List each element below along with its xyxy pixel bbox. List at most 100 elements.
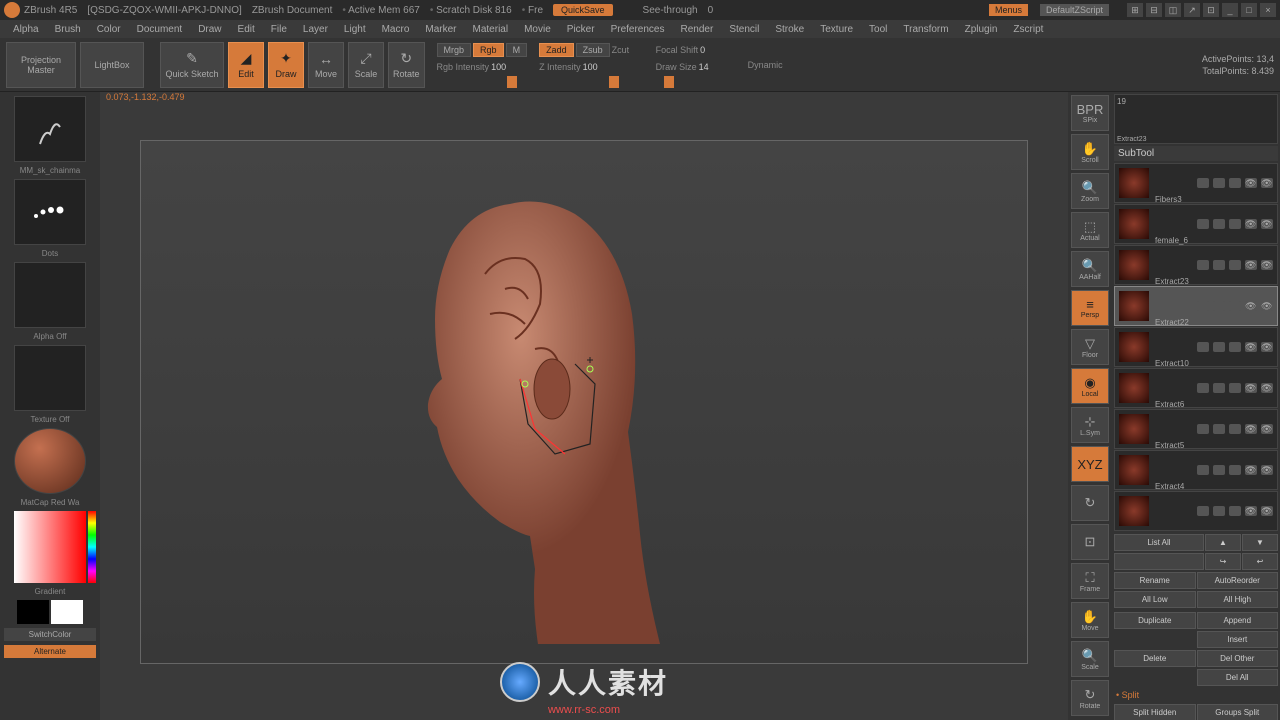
menus-button[interactable]: Menus: [989, 4, 1028, 16]
↻-button[interactable]: ↻: [1071, 485, 1109, 521]
rgb-button[interactable]: Rgb: [473, 43, 504, 57]
eye-icon[interactable]: [1245, 219, 1257, 229]
move-up-button[interactable]: ▲: [1205, 534, 1241, 551]
del-other-button[interactable]: Del Other: [1197, 650, 1279, 667]
menu-item[interactable]: Render: [676, 24, 719, 35]
subtool-row[interactable]: Extract23: [1114, 286, 1278, 326]
all-high-button[interactable]: All High: [1197, 591, 1279, 608]
menu-item[interactable]: Stroke: [770, 24, 809, 35]
eye-icon[interactable]: [1245, 178, 1257, 188]
subtool-row[interactable]: Extract4: [1114, 491, 1278, 531]
spix-button[interactable]: BPRSPix: [1071, 95, 1109, 131]
eye-icon[interactable]: [1245, 260, 1257, 270]
split-section[interactable]: Split: [1114, 688, 1278, 702]
menu-item[interactable]: File: [266, 24, 292, 35]
stroke-thumb[interactable]: [14, 179, 86, 245]
menu-item[interactable]: Brush: [50, 24, 86, 35]
split-hidden-button[interactable]: Split Hidden: [1114, 704, 1196, 720]
menu-item[interactable]: Marker: [420, 24, 461, 35]
subtool-row[interactable]: Fibers3: [1114, 204, 1278, 244]
secondary-swatch[interactable]: [51, 600, 83, 624]
eye-icon[interactable]: [1245, 465, 1257, 475]
projection-master-button[interactable]: Projection Master: [6, 42, 76, 88]
frame-button[interactable]: ⛶Frame: [1071, 563, 1109, 599]
insert-button[interactable]: Insert: [1197, 631, 1279, 648]
menu-item[interactable]: Light: [339, 24, 371, 35]
win-btn[interactable]: ◫: [1165, 3, 1181, 17]
menu-item[interactable]: Macro: [377, 24, 415, 35]
delete-button[interactable]: Delete: [1114, 650, 1196, 667]
eye-icon[interactable]: [1261, 219, 1273, 229]
eye-icon[interactable]: [1261, 424, 1273, 434]
menu-item[interactable]: Tool: [864, 24, 892, 35]
menu-item[interactable]: Texture: [815, 24, 858, 35]
menu-item[interactable]: Document: [132, 24, 188, 35]
xyz-button[interactable]: XYZ: [1071, 446, 1109, 482]
local-button[interactable]: ◉Local: [1071, 368, 1109, 404]
persp-button[interactable]: ≡Persp: [1071, 290, 1109, 326]
draw-size-slider[interactable]: [656, 76, 736, 88]
eye-icon[interactable]: [1245, 424, 1257, 434]
eye-icon[interactable]: [1261, 260, 1273, 270]
menu-item[interactable]: Edit: [233, 24, 260, 35]
duplicate-button[interactable]: Duplicate: [1114, 612, 1196, 629]
zsub-button[interactable]: Zsub: [576, 43, 610, 57]
scroll-button[interactable]: ✋Scroll: [1071, 134, 1109, 170]
autoreorder-button[interactable]: AutoReorder: [1197, 572, 1279, 589]
menu-item[interactable]: Color: [92, 24, 126, 35]
draw-button[interactable]: ✦Draw: [268, 42, 304, 88]
zscript-button[interactable]: DefaultZScript: [1040, 4, 1109, 16]
menu-item[interactable]: Material: [468, 24, 514, 35]
canvas-area[interactable]: 0.073,-1.132,-0.479 人人素材 www.rr-sc.com: [100, 92, 1068, 720]
tool-preview[interactable]: 19Extract23: [1114, 94, 1278, 144]
menu-item[interactable]: Preferences: [606, 24, 670, 35]
close-button[interactable]: ×: [1260, 3, 1276, 17]
subtool-row[interactable]: female_6: [1114, 245, 1278, 285]
main-swatch[interactable]: [17, 600, 49, 624]
subtool-row[interactable]: Extract6: [1114, 409, 1278, 449]
menu-item[interactable]: Picker: [562, 24, 600, 35]
del-all-button[interactable]: Del All: [1197, 669, 1279, 686]
subtool-row[interactable]: Extract22: [1114, 327, 1278, 367]
texture-thumb[interactable]: [14, 345, 86, 411]
alpha-thumb[interactable]: [14, 262, 86, 328]
menu-item[interactable]: Transform: [898, 24, 953, 35]
eye-icon[interactable]: [1245, 506, 1257, 516]
eye-icon[interactable]: [1245, 342, 1257, 352]
win-btn[interactable]: ⊡: [1203, 3, 1219, 17]
aahalf-button[interactable]: 🔍AAHalf: [1071, 251, 1109, 287]
eye-icon[interactable]: [1261, 465, 1273, 475]
subtool-row[interactable]: [1114, 163, 1278, 203]
move-down-button[interactable]: ▼: [1242, 534, 1278, 551]
quicksketch-button[interactable]: ✎Quick Sketch: [160, 42, 224, 88]
rename-button[interactable]: Rename: [1114, 572, 1196, 589]
move-button[interactable]: ✋Move: [1071, 602, 1109, 638]
actual-button[interactable]: ⬚Actual: [1071, 212, 1109, 248]
eye-icon[interactable]: [1261, 342, 1273, 352]
subtool-header[interactable]: SubTool: [1114, 146, 1278, 161]
menu-item[interactable]: Zscript: [1008, 24, 1048, 35]
eye-icon[interactable]: [1261, 178, 1273, 188]
menu-item[interactable]: Zplugin: [960, 24, 1003, 35]
scale-button[interactable]: 🔍Scale: [1071, 641, 1109, 677]
rgb-intensity-slider[interactable]: [437, 76, 517, 88]
all-low-button[interactable]: All Low: [1114, 591, 1196, 608]
hue-slider[interactable]: [88, 511, 96, 583]
list-all-button[interactable]: List All: [1114, 534, 1204, 551]
eye-icon[interactable]: [1261, 383, 1273, 393]
zoom-button[interactable]: 🔍Zoom: [1071, 173, 1109, 209]
mrgb-button[interactable]: Mrgb: [437, 43, 472, 57]
nav-button[interactable]: ↩: [1242, 553, 1278, 570]
⊡-button[interactable]: ⊡: [1071, 524, 1109, 560]
switchcolor-button[interactable]: SwitchColor: [4, 628, 96, 641]
win-btn[interactable]: ⊟: [1146, 3, 1162, 17]
m-button[interactable]: M: [506, 43, 528, 57]
menu-item[interactable]: Layer: [298, 24, 333, 35]
subtool-row[interactable]: Extract10: [1114, 368, 1278, 408]
material-thumb[interactable]: [14, 428, 86, 494]
l.sym-button[interactable]: ⊹L.Sym: [1071, 407, 1109, 443]
menu-item[interactable]: Alpha: [8, 24, 44, 35]
zcut-button[interactable]: Zcut: [612, 45, 644, 55]
z-intensity-slider[interactable]: [539, 76, 619, 88]
menu-item[interactable]: Stencil: [724, 24, 764, 35]
